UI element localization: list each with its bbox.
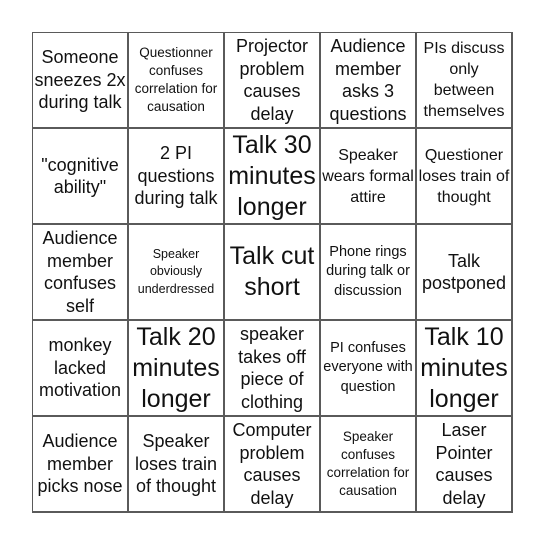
bingo-cell-text: Speaker loses train of thought bbox=[134, 431, 218, 497]
bingo-cell[interactable]: Talk 20 minutes longer bbox=[129, 321, 225, 417]
bingo-cell[interactable]: Projector problem causes delay bbox=[225, 33, 321, 129]
bingo-cell[interactable]: Someone sneezes 2x during talk bbox=[33, 33, 129, 129]
bingo-cell[interactable]: Audience member picks nose bbox=[33, 417, 129, 513]
bingo-cell[interactable]: Talk 10 minutes longer bbox=[417, 321, 513, 417]
bingo-cell[interactable]: monkey lacked motivation bbox=[33, 321, 129, 417]
bingo-cell-text: Laser Pointer causes delay bbox=[435, 420, 493, 508]
bingo-cell-text: 2 PI questions during talk bbox=[134, 143, 218, 209]
bingo-cell-text: "cognitive ability" bbox=[41, 154, 119, 198]
bingo-cell-text: Talk cut short bbox=[229, 242, 315, 301]
bingo-cell[interactable]: "cognitive ability" bbox=[33, 129, 129, 225]
bingo-cell[interactable]: Speaker wears formal attire bbox=[321, 129, 417, 225]
bingo-board: Someone sneezes 2x during talk Questionn… bbox=[32, 32, 513, 513]
bingo-cell[interactable]: PI confuses everyone with question bbox=[321, 321, 417, 417]
bingo-cell-text: Audience member asks 3 questions bbox=[329, 36, 407, 124]
bingo-cell-text: PI confuses everyone with question bbox=[323, 339, 413, 395]
bingo-cell[interactable]: Questionner confuses correlation for cau… bbox=[129, 33, 225, 129]
bingo-cell[interactable]: Phone rings during talk or discussion bbox=[321, 225, 417, 321]
bingo-cell-text: monkey lacked motivation bbox=[38, 335, 122, 401]
bingo-cell[interactable]: PIs discuss only between themselves bbox=[417, 33, 513, 129]
bingo-cell-text: Projector problem causes delay bbox=[235, 36, 309, 124]
bingo-cell[interactable]: Speaker obviously underdressed bbox=[129, 225, 225, 321]
bingo-cell[interactable]: Talk cut short bbox=[225, 225, 321, 321]
bingo-cell[interactable]: Audience member asks 3 questions bbox=[321, 33, 417, 129]
bingo-cell-text: Someone sneezes 2x during talk bbox=[34, 47, 126, 113]
bingo-cell-text: Computer problem causes delay bbox=[232, 420, 312, 508]
bingo-cell-text: Speaker confuses correlation for causati… bbox=[326, 429, 410, 498]
bingo-cell[interactable]: Audience member confuses self bbox=[33, 225, 129, 321]
bingo-cell-text: Talk 20 minutes longer bbox=[132, 322, 220, 413]
bingo-cell-text: Talk 30 minutes longer bbox=[228, 130, 316, 221]
bingo-cell-text: Questionner confuses correlation for cau… bbox=[134, 45, 218, 114]
bingo-cell-text: Questioner loses train of thought bbox=[418, 146, 510, 206]
bingo-cell-text: Speaker obviously underdressed bbox=[137, 246, 215, 296]
bingo-cell-text: Phone rings during talk or discussion bbox=[326, 243, 410, 299]
bingo-cell-text: speaker takes off piece of clothing bbox=[238, 324, 306, 412]
bingo-cell[interactable]: Talk 30 minutes longer bbox=[225, 129, 321, 225]
bingo-cell-text: Speaker wears formal attire bbox=[322, 146, 414, 206]
bingo-cell[interactable]: Speaker loses train of thought bbox=[129, 417, 225, 513]
bingo-cell-text: PIs discuss only between themselves bbox=[423, 40, 505, 120]
bingo-cell[interactable]: Speaker confuses correlation for causati… bbox=[321, 417, 417, 513]
bingo-cell[interactable]: Laser Pointer causes delay bbox=[417, 417, 513, 513]
bingo-cell-text: Talk 10 minutes longer bbox=[420, 322, 508, 413]
bingo-cell-text: Audience member confuses self bbox=[42, 228, 118, 316]
bingo-cell[interactable]: 2 PI questions during talk bbox=[129, 129, 225, 225]
bingo-cell[interactable]: Computer problem causes delay bbox=[225, 417, 321, 513]
bingo-cell-text: Talk postponed bbox=[421, 250, 507, 294]
bingo-cell-text: Audience member picks nose bbox=[37, 431, 123, 497]
bingo-cell[interactable]: Questioner loses train of thought bbox=[417, 129, 513, 225]
bingo-cell[interactable]: Talk postponed bbox=[417, 225, 513, 321]
bingo-cell[interactable]: speaker takes off piece of clothing bbox=[225, 321, 321, 417]
